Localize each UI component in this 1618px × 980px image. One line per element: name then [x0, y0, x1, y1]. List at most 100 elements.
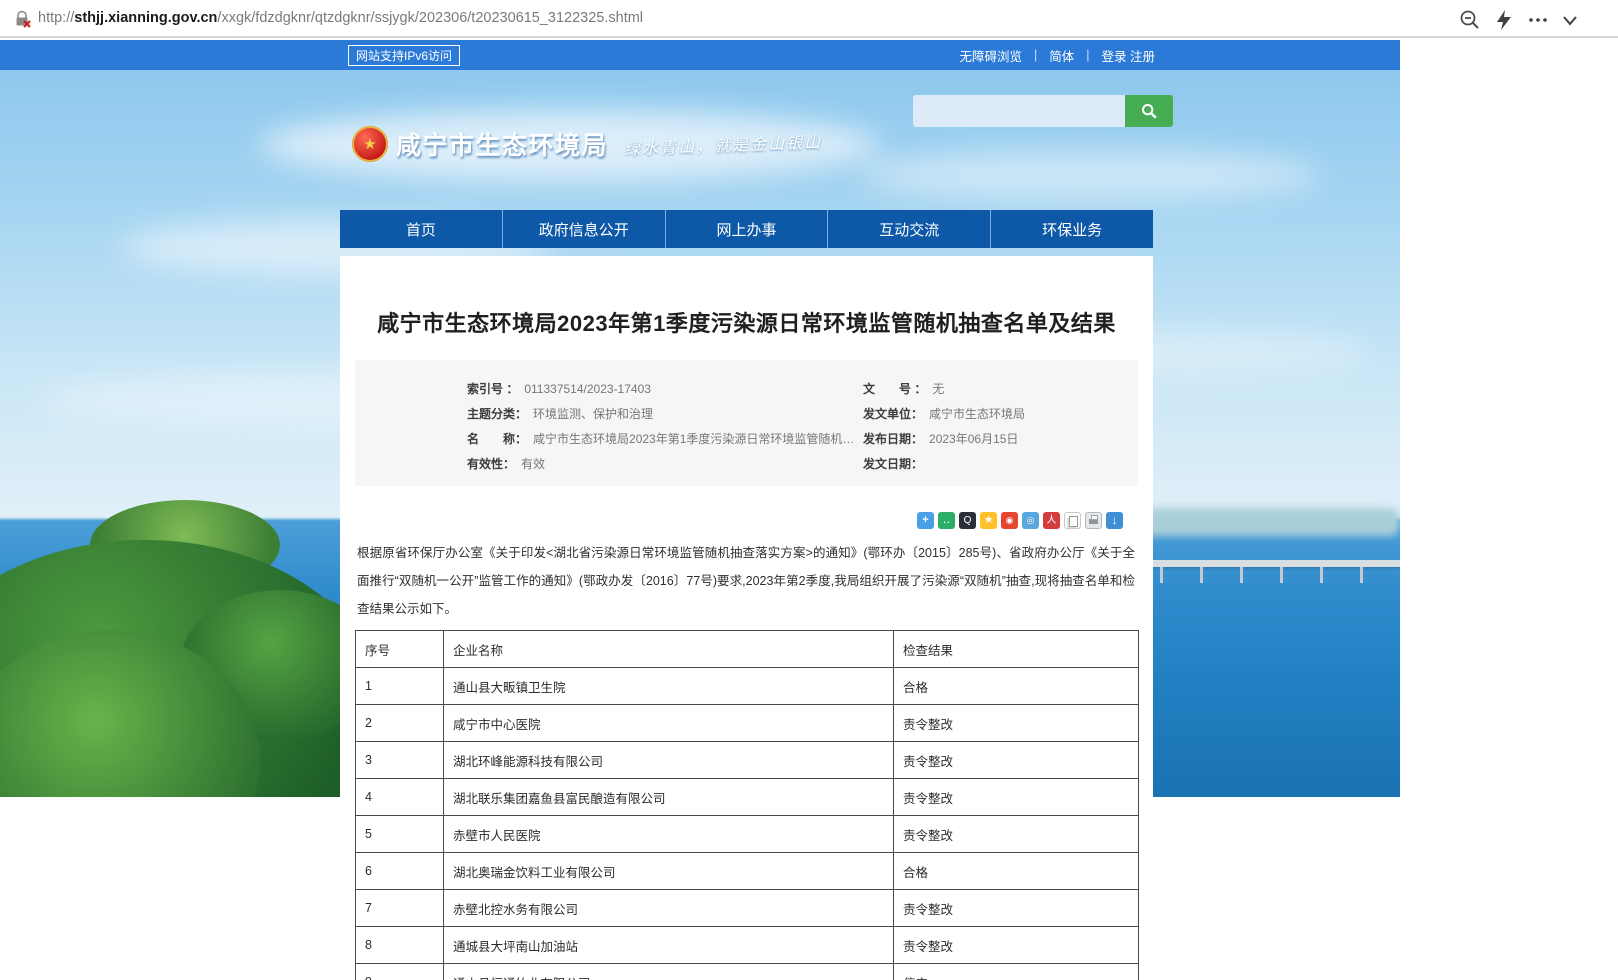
bridge [1138, 560, 1400, 567]
top-utility-bar: 网站支持IPv6访问 无障碍浏览 | 简体 | 登录 注册 [0, 40, 1400, 70]
nav-interaction[interactable]: 互动交流 [827, 210, 990, 248]
document-meta: 索引号 ： 011337514/2023-17403 主题分类： 环境监测、保护… [355, 360, 1138, 486]
main-column: 首页 政府信息公开 网上办事 互动交流 环保业务 咸宁市生态环境局2023年第1… [340, 210, 1153, 980]
nav-home[interactable]: 首页 [340, 210, 502, 248]
webpage: 网站支持IPv6访问 无障碍浏览 | 简体 | 登录 注册 ★ 咸宁市生态环 [0, 40, 1400, 980]
sina-weibo-share-icon[interactable]: ◉ [1001, 512, 1018, 529]
cell-no: 7 [356, 890, 444, 927]
site-header: ★ 咸宁市生态环境局 绿水青山，就是金山银山 [352, 126, 822, 162]
cell-result: 合格 [894, 668, 1139, 705]
col-header-result: 检查结果 [894, 631, 1139, 668]
copy-url-icon[interactable] [1064, 512, 1081, 529]
table-row: 2 咸宁市中心医院 责令整改 [356, 705, 1139, 742]
browser-chrome: http://sthjj.xianning.gov.cn/xxgk/fdzdgk… [0, 0, 1618, 38]
bridge-pier [1320, 567, 1323, 583]
qzone-share-icon[interactable]: ★ [980, 512, 997, 529]
cell-no: 3 [356, 742, 444, 779]
print-icon[interactable] [1085, 512, 1102, 529]
search-icon [1140, 102, 1158, 120]
share-toolbar: + ‥ Q ★ ◉ ◎ 人 ↓ [340, 512, 1123, 529]
tencent-weibo-share-icon[interactable]: ◎ [1022, 512, 1039, 529]
site-name: 咸宁市生态环境局 [396, 126, 608, 162]
bridge-pier [1200, 567, 1203, 583]
cell-result: 责令整改 [894, 779, 1139, 816]
cell-no: 8 [356, 927, 444, 964]
download-icon[interactable]: ↓ [1106, 512, 1123, 529]
cell-no: 6 [356, 853, 444, 890]
renren-share-icon[interactable]: 人 [1043, 512, 1060, 529]
table-header-row: 序号 企业名称 检查结果 [356, 631, 1139, 668]
nav-env-business[interactable]: 环保业务 [990, 210, 1153, 248]
link-separator: | [1086, 48, 1089, 62]
url-scheme: http:// [38, 10, 74, 26]
ipv6-badge: 网站支持IPv6访问 [348, 45, 460, 66]
insecure-lock-icon [12, 9, 32, 29]
table-row: 8 通城县大坪南山加油站 责令整改 [356, 927, 1139, 964]
cell-result: 责令整改 [894, 927, 1139, 964]
share-more-icon[interactable]: + [917, 512, 934, 529]
more-menu-icon[interactable] [1526, 8, 1550, 32]
cell-name: 湖北联乐集团嘉鱼县富民酿造有限公司 [444, 779, 894, 816]
article-panel: 咸宁市生态环境局2023年第1季度污染源日常环境监管随机抽查名单及结果 索引号 … [340, 256, 1153, 980]
article-body: 根据原省环保厅办公室《关于印发<湖北省污染源日常环境监管随机抽查落实方案>的通知… [357, 539, 1135, 623]
simplified-chinese-link[interactable]: 简体 [1049, 46, 1074, 65]
cell-no: 5 [356, 816, 444, 853]
table-row: 4 湖北联乐集团嘉鱼县富民酿造有限公司 责令整改 [356, 779, 1139, 816]
table-row: 9 通山县恒通竹业有限公司 停产 [356, 964, 1139, 980]
col-header-no: 序号 [356, 631, 444, 668]
far-shore [1130, 508, 1400, 536]
meta-row-doc-no: 文 号 ： 无 [863, 381, 1138, 397]
col-header-name: 企业名称 [444, 631, 894, 668]
zoom-out-icon[interactable] [1458, 8, 1482, 32]
cell-name: 咸宁市中心医院 [444, 705, 894, 742]
bridge-pier [1360, 567, 1363, 583]
bridge-pier [1280, 567, 1283, 583]
lightning-icon[interactable] [1492, 8, 1516, 32]
table-row: 6 湖北奥瑞金饮料工业有限公司 合格 [356, 853, 1139, 890]
meta-row-publish-date: 发布日期： 2023年06月15日 [863, 431, 1138, 447]
bridge-pier [1160, 567, 1163, 583]
meta-row-issuing-unit: 发文单位： 咸宁市生态环境局 [863, 406, 1138, 422]
cell-result: 责令整改 [894, 816, 1139, 853]
main-nav: 首页 政府信息公开 网上办事 互动交流 环保业务 [340, 210, 1153, 248]
table-row: 7 赤壁北控水务有限公司 责令整改 [356, 890, 1139, 927]
article-title: 咸宁市生态环境局2023年第1季度污染源日常环境监管随机抽查名单及结果 [340, 256, 1153, 338]
search-input[interactable] [913, 95, 1125, 127]
site-search [913, 95, 1173, 127]
cell-name: 通山县恒通竹业有限公司 [444, 964, 894, 980]
qq-share-icon[interactable]: Q [959, 512, 976, 529]
cell-name: 通城县大坪南山加油站 [444, 927, 894, 964]
link-separator: | [1034, 48, 1037, 62]
cell-name: 湖北环峰能源科技有限公司 [444, 742, 894, 779]
cell-name: 赤壁北控水务有限公司 [444, 890, 894, 927]
cell-result: 责令整改 [894, 742, 1139, 779]
address-bar[interactable]: http://sthjj.xianning.gov.cn/xxgk/fdzdgk… [38, 10, 643, 26]
table-row: 3 湖北环峰能源科技有限公司 责令整改 [356, 742, 1139, 779]
emblem-star-icon: ★ [363, 137, 376, 152]
accessibility-link[interactable]: 无障碍浏览 [959, 46, 1022, 65]
inspection-result-table: 序号 企业名称 检查结果 1 通山县大畈镇卫生院 合格 2 咸宁市中心医院 责令… [355, 630, 1139, 980]
login-register-link[interactable]: 登录 注册 [1102, 46, 1155, 65]
meta-row-validity: 有效性： 有效 [467, 456, 863, 472]
nav-gov-info[interactable]: 政府信息公开 [502, 210, 665, 248]
site-slogan: 绿水青山，就是金山银山 [624, 129, 823, 160]
url-path: /xxgk/fdzdgknr/qtzdgknr/ssjygk/202306/t2… [217, 10, 643, 26]
nav-online-services[interactable]: 网上办事 [665, 210, 828, 248]
cell-no: 2 [356, 705, 444, 742]
cell-result: 责令整改 [894, 890, 1139, 927]
cell-result: 停产 [894, 964, 1139, 980]
chevron-down-icon[interactable] [1558, 8, 1582, 32]
cell-no: 9 [356, 964, 444, 980]
cloud-shape [860, 150, 1320, 200]
wechat-share-icon[interactable]: ‥ [938, 512, 955, 529]
meta-row-index-no: 索引号 ： 011337514/2023-17403 [467, 381, 863, 397]
table-row: 5 赤壁市人民医院 责令整改 [356, 816, 1139, 853]
meta-row-topic: 主题分类： 环境监测、保护和治理 [467, 406, 863, 422]
url-domain: sthjj.xianning.gov.cn [74, 10, 217, 26]
cell-name: 赤壁市人民医院 [444, 816, 894, 853]
bridge-pier [1240, 567, 1243, 583]
meta-row-name: 名 称： 咸宁市生态环境局2023年第1季度污染源日常环境监管随机抽查名单及结果 [467, 431, 863, 447]
site-logo[interactable]: ★ [352, 126, 388, 162]
search-button[interactable] [1125, 95, 1173, 127]
table-row: 1 通山县大畈镇卫生院 合格 [356, 668, 1139, 705]
